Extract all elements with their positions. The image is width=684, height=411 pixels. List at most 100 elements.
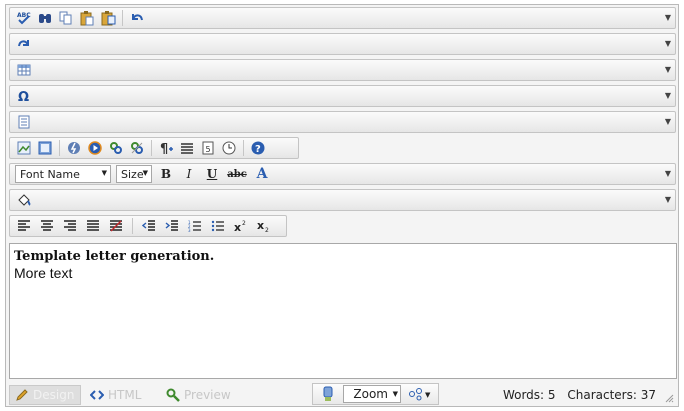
module-tools-icon[interactable]: ▼ (407, 385, 433, 403)
chevron-down-icon: ▼ (101, 169, 107, 177)
paste-icon[interactable] (78, 9, 96, 27)
svg-text:3: 3 (188, 228, 191, 233)
numbered-list-icon[interactable]: 123 (186, 217, 204, 235)
toolbar-separator (151, 140, 152, 156)
strikethrough-button[interactable]: abc (226, 169, 248, 180)
svg-text:2: 2 (242, 220, 246, 227)
remove-link-icon[interactable] (128, 139, 146, 157)
toolbar-group-highlight (10, 190, 33, 210)
align-center-icon[interactable] (38, 217, 56, 235)
remove-alignment-icon[interactable] (107, 217, 125, 235)
insert-paragraph-icon[interactable] (15, 113, 33, 131)
zoom-select[interactable]: Zoom ▼ (343, 385, 401, 403)
word-count: Words: 5 (502, 388, 556, 402)
row-expand-arrow-icon[interactable]: ▼ (665, 169, 671, 179)
insert-table-icon[interactable] (15, 61, 33, 79)
justify-icon[interactable] (84, 217, 102, 235)
toolbar-group-font: Font Name ▼ Size ▼ B I U abc A (10, 164, 271, 184)
flash-icon[interactable] (65, 139, 83, 157)
font-size-value: Size (121, 167, 144, 181)
insert-image-icon[interactable] (15, 139, 33, 157)
tab-design[interactable]: Design (9, 385, 81, 405)
pencil-icon (16, 389, 28, 401)
insert-time-clock-icon[interactable] (220, 139, 238, 157)
tab-design-label: Design (33, 388, 75, 402)
magnifier-icon (166, 388, 180, 402)
svg-text:?: ? (255, 144, 261, 155)
highlight-paint-bucket-icon[interactable] (15, 191, 33, 209)
rich-text-editor: ABC ▼ ▼ ▼ Ω ▼ ▼ ¶ 5 ? Font Name ▼ Size ▼… (5, 4, 679, 407)
toolbar-group-paragraph (10, 112, 33, 132)
svg-text:5: 5 (206, 145, 211, 154)
media-play-icon[interactable] (86, 139, 104, 157)
subscript-icon[interactable]: x2 (255, 217, 273, 235)
row-expand-arrow-icon[interactable]: ▼ (665, 65, 671, 75)
hyperlink-icon[interactable] (107, 139, 125, 157)
row-expand-arrow-icon[interactable]: ▼ (665, 39, 671, 49)
toolbar-separator (243, 140, 244, 156)
paragraph-mark-icon[interactable]: ¶ (157, 139, 175, 157)
toolbar-row-5: ▼ (9, 111, 676, 133)
zoom-label: Zoom (353, 387, 388, 401)
redo-icon[interactable] (15, 35, 33, 53)
svg-text:Ω: Ω (18, 90, 29, 104)
toolbar-row-9: 123 x2 x2 (9, 215, 287, 237)
toolbar-row-1: ABC ▼ (9, 7, 676, 29)
italic-button[interactable]: I (180, 167, 198, 181)
tab-preview-label: Preview (184, 388, 231, 402)
svg-text:x: x (257, 219, 264, 232)
undo-icon[interactable] (128, 9, 146, 27)
toolbar-group-insert: ¶ 5 ? (10, 138, 267, 158)
spellcheck-icon[interactable]: ABC (15, 9, 33, 27)
font-size-select[interactable]: Size ▼ (116, 165, 152, 183)
toolbar-group-symbol: Ω (10, 86, 33, 106)
underline-button[interactable]: U (203, 167, 221, 181)
svg-text:ABC: ABC (17, 12, 31, 19)
help-icon[interactable]: ? (249, 139, 267, 157)
toolbar-group-align: 123 x2 x2 (10, 216, 273, 236)
toolbar-row-7: Font Name ▼ Size ▼ B I U abc A ▼ (9, 163, 676, 185)
module-manager-icon[interactable] (319, 385, 337, 403)
zoom-toolbar: Zoom ▼ ▼ (312, 383, 439, 405)
resize-grip-icon[interactable] (664, 393, 674, 403)
insert-date-icon[interactable]: 5 (199, 139, 217, 157)
toolbar-row-3: ▼ (9, 59, 676, 81)
align-left-icon[interactable] (15, 217, 33, 235)
row-expand-arrow-icon[interactable]: ▼ (665, 91, 671, 101)
character-count: Characters: 37 (567, 388, 656, 402)
paste-special-icon[interactable] (99, 9, 117, 27)
editor-content-area[interactable]: Template letter generation. More text (9, 243, 677, 379)
font-name-select[interactable]: Font Name ▼ (15, 165, 111, 183)
toolbar-row-8: ▼ (9, 189, 676, 211)
toolbar-separator (122, 10, 123, 26)
svg-text:▼: ▼ (425, 391, 431, 399)
content-line-bold: Template letter generation. (14, 249, 215, 264)
find-binoculars-icon[interactable] (36, 9, 54, 27)
toolbar-row-6: ¶ 5 ? (9, 137, 299, 159)
row-expand-arrow-icon[interactable]: ▼ (665, 117, 671, 127)
svg-text:x: x (234, 221, 241, 233)
tab-html-label: HTML (108, 388, 142, 402)
font-name-value: Font Name (20, 167, 80, 181)
outdent-icon[interactable] (140, 217, 158, 235)
horizontal-rule-icon[interactable] (178, 139, 196, 157)
tab-html[interactable]: HTML (90, 385, 141, 405)
copy-icon[interactable] (57, 9, 75, 27)
status-counts: Words: 5 Characters: 37 (503, 388, 656, 402)
svg-text:¶: ¶ (160, 142, 168, 156)
indent-icon[interactable] (163, 217, 181, 235)
bold-button[interactable]: B (157, 167, 175, 181)
toolbar-row-2: ▼ (9, 33, 676, 55)
align-right-icon[interactable] (61, 217, 79, 235)
row-expand-arrow-icon[interactable]: ▼ (665, 13, 671, 23)
toolbar-separator (59, 140, 60, 156)
font-color-button[interactable]: A (253, 166, 271, 182)
superscript-icon[interactable]: x2 (232, 217, 250, 235)
editor-bottom-bar: Design HTML Preview Zoom ▼ ▼ Words: 5 Ch… (6, 381, 678, 406)
chevron-down-icon: ▼ (392, 390, 398, 398)
insert-symbol-omega-icon[interactable]: Ω (15, 87, 33, 105)
image-manager-icon[interactable] (36, 139, 54, 157)
row-expand-arrow-icon[interactable]: ▼ (665, 195, 671, 205)
bulleted-list-icon[interactable] (209, 217, 227, 235)
tab-preview[interactable]: Preview (166, 385, 231, 405)
